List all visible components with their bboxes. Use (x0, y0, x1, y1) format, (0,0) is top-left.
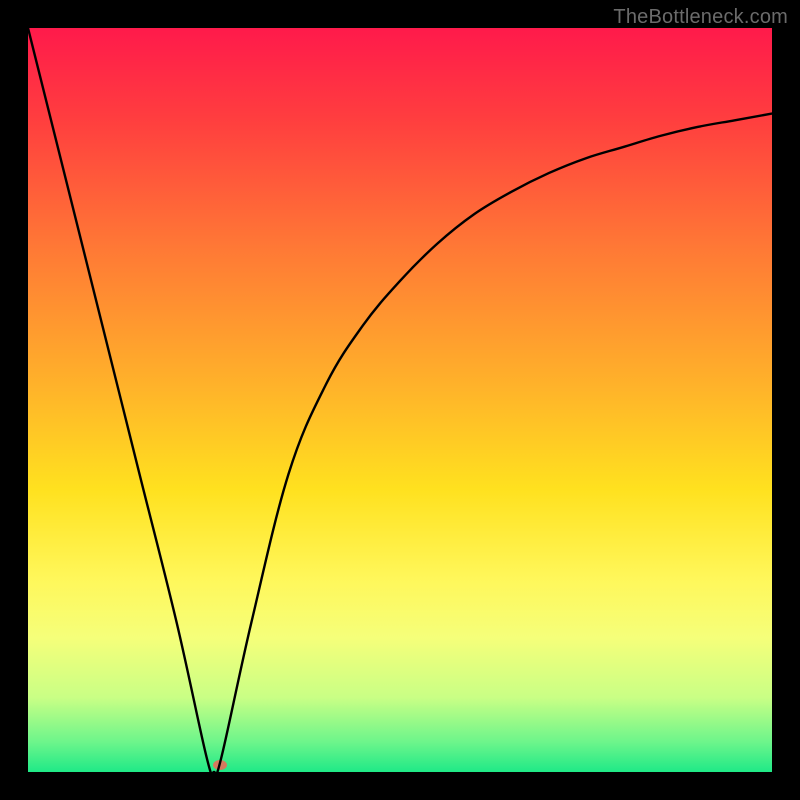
bottleneck-curve (28, 28, 772, 772)
watermark-text: TheBottleneck.com (613, 6, 788, 29)
chart-container: TheBottleneck.com (0, 0, 800, 800)
plot-area (28, 28, 772, 772)
